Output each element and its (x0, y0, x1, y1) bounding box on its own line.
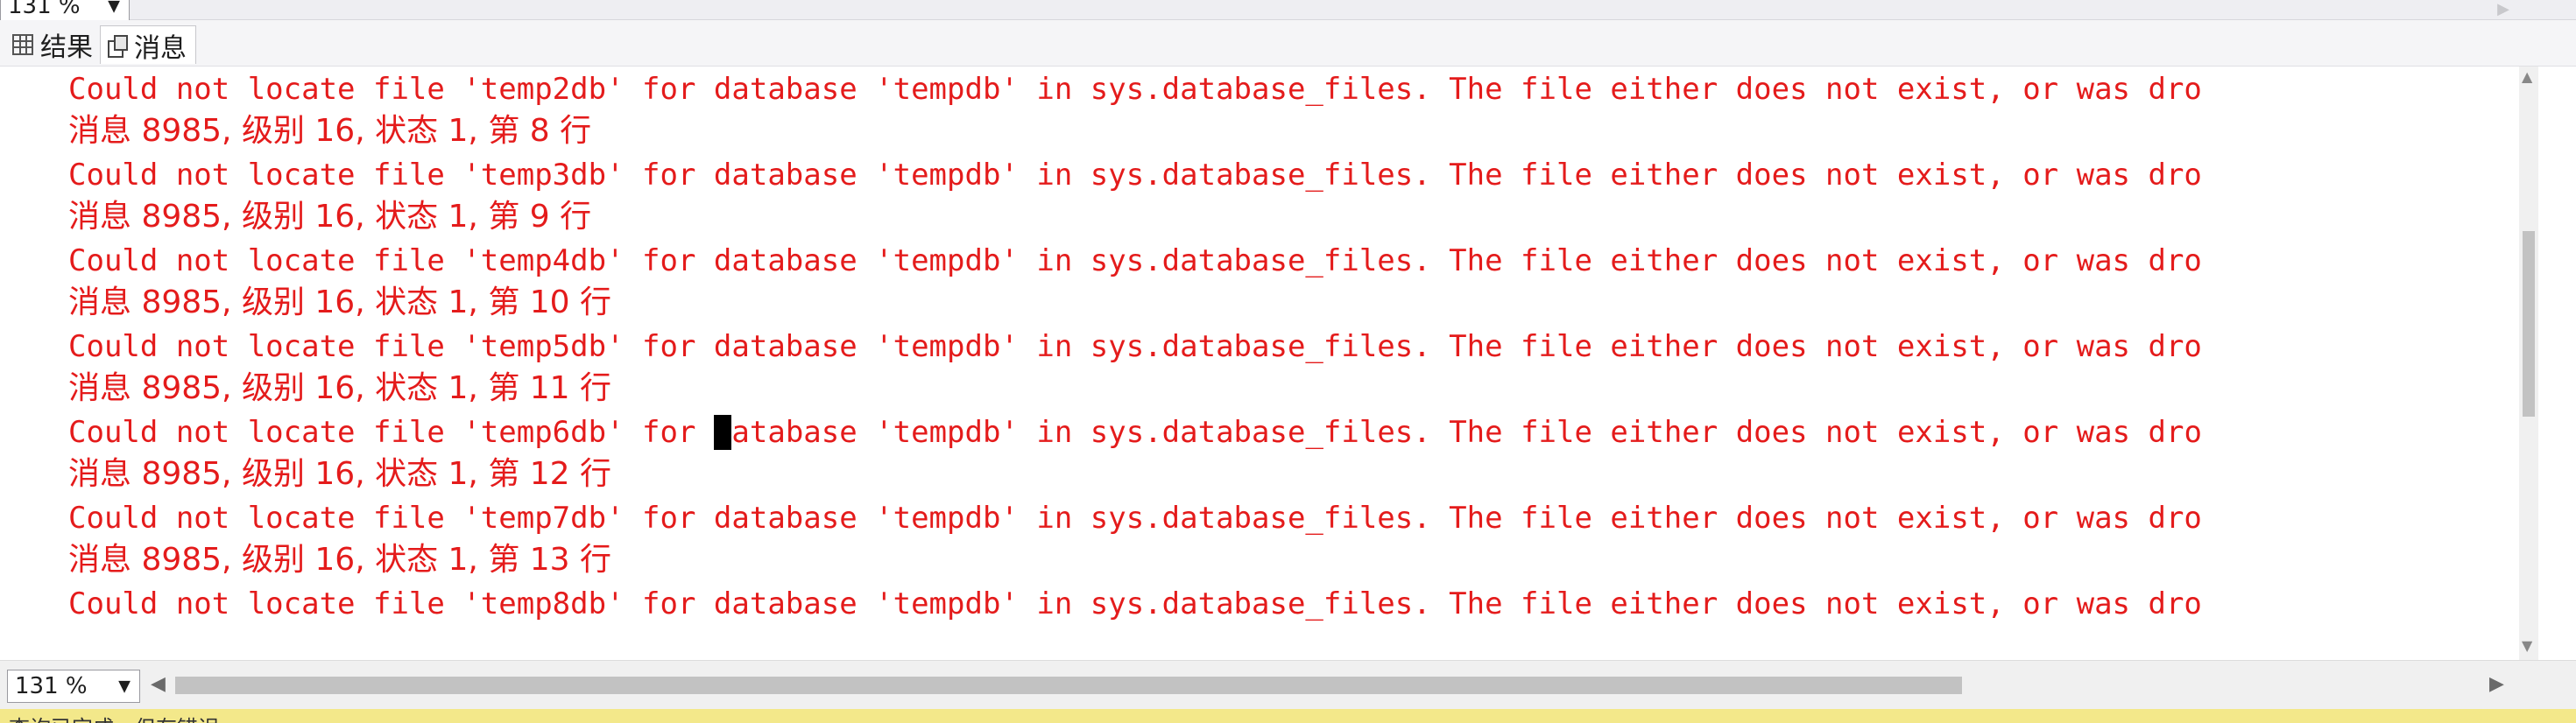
zoom-select-top[interactable]: 131 % ▼ (0, 0, 130, 21)
scroll-right-icon[interactable]: ▶ (2497, 0, 2509, 18)
zoom-value: 131 % (8, 0, 81, 19)
message-line: Could not locate file 'temp4db' for data… (68, 243, 2202, 278)
message-line: Could not locate file 'temp6db' for data… (68, 411, 2202, 453)
chevron-down-icon: ▼ (118, 677, 131, 696)
horizontal-scroll-thumb[interactable] (175, 677, 1962, 694)
message-line: Could not locate file 'temp8db' for data… (68, 586, 2202, 621)
top-toolbar-strip: 131 % ▼ ▶ (0, 0, 2576, 21)
zoom-value: 131 % (15, 673, 88, 699)
scroll-left-icon[interactable]: ◀ (151, 673, 166, 695)
message-line: 消息 8985, 级别 16, 状态 1, 第 9 行 (68, 199, 592, 235)
status-bar: 查询已完成，但有错误。 (0, 709, 2576, 723)
scroll-right-icon[interactable]: ▶ (2489, 673, 2504, 695)
vertical-scrollbar[interactable]: ▲ ▼ (2519, 67, 2538, 660)
scroll-down-icon[interactable]: ▼ (2522, 637, 2532, 654)
message-line: 消息 8985, 级别 16, 状态 1, 第 10 行 (68, 284, 612, 320)
tab-label: 消息 (134, 32, 187, 64)
message-line: 消息 8985, 级别 16, 状态 1, 第 11 行 (68, 370, 612, 406)
tab-messages[interactable]: 消息 (100, 25, 196, 64)
zoom-select-bottom[interactable]: 131 % ▼ (7, 670, 140, 703)
horizontal-scroll-track[interactable] (175, 673, 2488, 698)
message-line: Could not locate file 'temp2db' for data… (68, 72, 2202, 107)
message-line: Could not locate file 'temp7db' for data… (68, 501, 2202, 536)
messages-pane[interactable]: Could not locate file 'temp2db' for data… (0, 67, 2519, 660)
tab-label: 结果 (40, 32, 93, 63)
message-line: Could not locate file 'temp5db' for data… (68, 329, 2202, 364)
message-text: Could not locate file 'temp6db' for (68, 415, 714, 450)
message-text: atabase 'tempdb' in sys.database_files. … (731, 415, 2202, 450)
text-caret: d (713, 415, 732, 450)
results-tab-strip: 结果 消息 (0, 20, 2576, 67)
chevron-down-icon: ▼ (108, 0, 120, 16)
message-line: 消息 8985, 级别 16, 状态 1, 第 12 行 (68, 456, 612, 492)
message-line: 消息 8985, 级别 16, 状态 1, 第 13 行 (68, 542, 612, 578)
status-text: 查询已完成，但有错误。 (9, 711, 240, 723)
message-line: Could not locate file 'temp3db' for data… (68, 158, 2202, 193)
message-line: 消息 8985, 级别 16, 状态 1, 第 8 行 (68, 113, 592, 149)
bottom-scroll-bar: 131 % ▼ ◀ ▶ (0, 660, 2576, 710)
vertical-scroll-thumb[interactable] (2523, 231, 2535, 417)
tab-results[interactable]: 结果 (7, 25, 102, 64)
messages-icon (106, 34, 128, 58)
grid-icon (12, 34, 33, 55)
scroll-up-icon[interactable]: ▲ (2522, 68, 2532, 85)
